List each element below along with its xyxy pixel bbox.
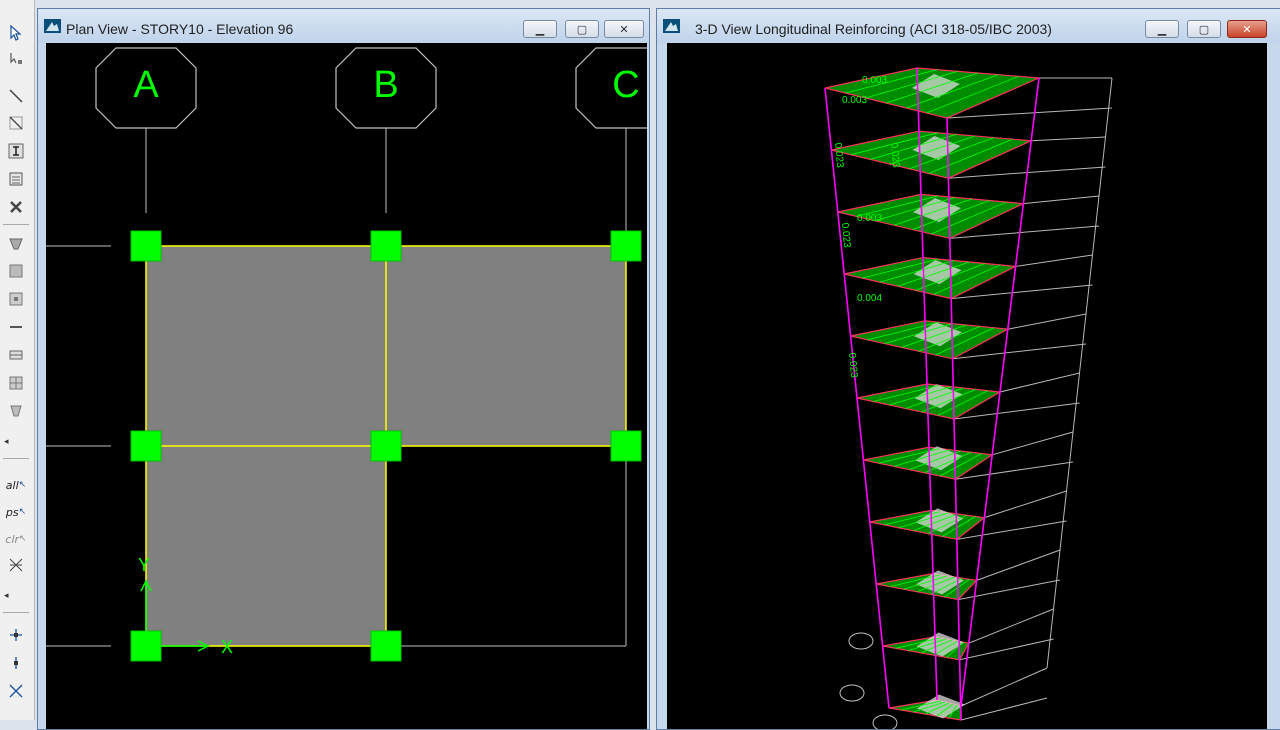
left-toolbar: ◂ all ↖ ps ↖ clr ↖ ◂: [0, 0, 35, 720]
clear-selection-icon[interactable]: [5, 400, 27, 422]
frame-edge: [1046, 77, 1113, 669]
minimize-icon: ▁: [1157, 22, 1167, 36]
value-label: 0.003: [862, 75, 887, 86]
minimize-button[interactable]: ▁: [1145, 20, 1179, 38]
draw-line-icon[interactable]: [5, 85, 27, 107]
close-button[interactable]: ✕: [1227, 20, 1267, 38]
plan-view-titlebar[interactable]: Plan View - STORY10 - Elevation 96 ▁ ▢ ✕: [38, 9, 649, 43]
draw-region-icon[interactable]: [5, 288, 27, 310]
maximize-button[interactable]: ▢: [565, 20, 599, 38]
slab-area[interactable]: [386, 246, 626, 446]
etabs-app-icon: [44, 19, 61, 33]
grid-label-c: C: [612, 64, 639, 106]
value-label: 0.023: [888, 142, 901, 168]
frame-edge: [1007, 313, 1087, 330]
clear-selection-button[interactable]: clr ↖: [5, 528, 27, 550]
view-3d-window[interactable]: 3-D View Longitudinal Reinforcing (ACI 3…: [656, 8, 1280, 730]
plan-view-window[interactable]: Plan View - STORY10 - Elevation 96 ▁ ▢ ✕: [37, 8, 650, 730]
value-label: 0.003: [857, 213, 882, 224]
close-icon: ✕: [619, 22, 629, 36]
expand-arrow-icon[interactable]: ◂: [4, 590, 9, 601]
column-node[interactable]: [130, 230, 162, 262]
view-3d-canvas[interactable]: 0.023 0.023 0.023 0.023 0.003 0.003 0.00…: [667, 43, 1267, 729]
column-node[interactable]: [610, 430, 642, 462]
minimize-button[interactable]: ▁: [523, 20, 557, 38]
value-label: 0.023: [846, 352, 859, 378]
axis-y-label: Y: [138, 555, 150, 575]
frame-edge: [968, 608, 1054, 644]
delete-icon[interactable]: [5, 196, 27, 218]
column-node[interactable]: [130, 430, 162, 462]
draw-column-icon[interactable]: [5, 140, 27, 162]
snap-point-icon[interactable]: [5, 624, 27, 646]
minimize-icon: ▁: [535, 22, 545, 36]
view-3d-titlebar[interactable]: 3-D View Longitudinal Reinforcing (ACI 3…: [657, 9, 1280, 43]
select-previous-label: ps: [5, 505, 19, 519]
frame-edge: [1031, 136, 1106, 142]
draw-rectangle-icon[interactable]: [5, 260, 27, 282]
view-3d-title: 3-D View Longitudinal Reinforcing (ACI 3…: [695, 21, 1052, 37]
frame-edge: [960, 667, 1048, 707]
value-label: 0.023: [832, 142, 845, 168]
grid-bubble-3d[interactable]: [839, 684, 865, 702]
grid-label-a: A: [133, 64, 159, 106]
link-icon[interactable]: [5, 316, 27, 338]
plan-view-canvas[interactable]: A B C X Y: [46, 43, 647, 729]
draw-area-icon[interactable]: [5, 168, 27, 190]
column-node[interactable]: [370, 230, 402, 262]
frame-edge: [946, 107, 1113, 119]
select-all-button[interactable]: all ↖: [5, 474, 27, 496]
frame-edge: [992, 431, 1074, 456]
expand-arrow-icon[interactable]: ◂: [4, 436, 9, 447]
snap-intersection-icon[interactable]: [5, 680, 27, 702]
grid-label-b: B: [373, 64, 398, 106]
etabs-app-icon: [663, 19, 680, 33]
frame-edge: [984, 490, 1067, 519]
building-3d-model[interactable]: 0.023 0.023 0.023 0.023 0.003 0.003 0.00…: [667, 43, 1267, 729]
axis-x-label: X: [221, 637, 233, 657]
frame-edge: [959, 638, 1054, 661]
select-all-icon[interactable]: [5, 344, 27, 366]
value-label: 0.003: [842, 95, 867, 106]
frame-edge: [976, 549, 1061, 581]
value-label: 0.023: [839, 222, 852, 248]
column-node[interactable]: [610, 230, 642, 262]
clear-selection-label: clr: [5, 532, 20, 546]
column-node[interactable]: [370, 430, 402, 462]
select-previous-icon[interactable]: [5, 372, 27, 394]
frame-edge: [960, 697, 1048, 721]
select-all-label: all: [5, 478, 19, 492]
grid-bubble-3d[interactable]: [872, 714, 898, 729]
maximize-icon: ▢: [1198, 22, 1210, 36]
select-previous-button[interactable]: ps ↖: [5, 501, 27, 523]
draw-wall-icon[interactable]: [5, 232, 27, 254]
close-button[interactable]: ✕: [604, 20, 644, 38]
frame-edge: [1015, 254, 1093, 267]
maximize-button[interactable]: ▢: [1187, 20, 1221, 38]
maximize-icon: ▢: [576, 22, 588, 36]
draw-brace-icon[interactable]: [5, 112, 27, 134]
frame-edge: [999, 372, 1080, 393]
plan-view-drawing[interactable]: A B C X Y: [46, 43, 647, 729]
pointer-icon[interactable]: [5, 22, 27, 44]
value-label: 0.004: [857, 293, 882, 304]
plan-view-title: Plan View - STORY10 - Elevation 96: [66, 21, 294, 37]
column-node[interactable]: [370, 630, 402, 662]
frame-edge: [1023, 195, 1100, 205]
intersect-icon[interactable]: [5, 554, 27, 576]
close-icon: ✕: [1242, 22, 1252, 36]
reshape-icon[interactable]: [5, 48, 27, 70]
grid-bubble-3d[interactable]: [848, 632, 874, 650]
snap-end-icon[interactable]: [5, 652, 27, 674]
